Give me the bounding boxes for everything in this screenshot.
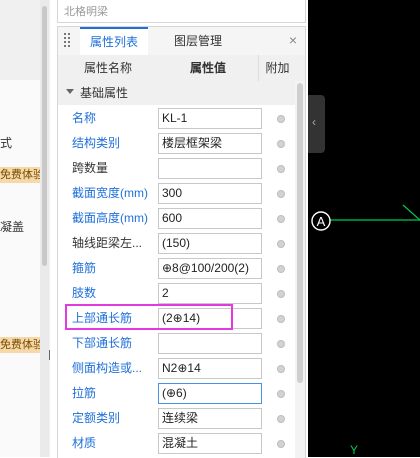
table-header: 属性名称 属性值 附加 — [58, 55, 305, 82]
column-header-add: 附加 — [258, 55, 296, 81]
property-scrollbar[interactable] — [295, 81, 305, 458]
property-value-field[interactable]: N2⊕14 — [158, 358, 262, 379]
property-scrollbar-thumb[interactable] — [297, 83, 303, 383]
column-header-value: 属性值 — [189, 61, 226, 75]
property-row[interactable]: 截面宽度(mm) 300 — [58, 181, 295, 206]
attach-checkbox[interactable] — [277, 115, 285, 123]
property-value-field[interactable]: 2 — [158, 283, 262, 304]
attach-checkbox[interactable] — [277, 440, 285, 448]
attach-checkbox[interactable] — [277, 340, 285, 348]
drag-handle-icon[interactable] — [64, 33, 70, 47]
attach-checkbox[interactable] — [277, 290, 285, 298]
attach-checkbox[interactable] — [277, 140, 285, 148]
left-scrollbar[interactable] — [40, 0, 49, 457]
close-icon[interactable]: × — [289, 32, 297, 48]
collapse-triangle-icon[interactable] — [66, 89, 74, 94]
property-row[interactable]: 跨数量 — [58, 156, 295, 181]
property-name: 跨数量 — [72, 161, 109, 175]
attach-checkbox[interactable] — [277, 365, 285, 373]
property-name: 轴线距梁左... — [72, 236, 143, 250]
attach-checkbox[interactable] — [277, 415, 285, 423]
property-value-field[interactable]: 600 — [158, 208, 262, 229]
property-row[interactable]: 名称 KL-1 — [58, 106, 295, 131]
collapse-panel-button[interactable]: ‹ — [308, 95, 325, 153]
property-name: 肢数 — [72, 286, 97, 300]
tab-bar: 属性列表 图层管理 × — [58, 27, 305, 56]
property-value-field[interactable]: 连续梁 — [158, 408, 262, 429]
property-row[interactable]: 下部通长筋 — [58, 331, 295, 356]
tab-layer-management[interactable]: 图层管理 — [156, 27, 240, 55]
top-panel-text: 北格明梁 — [64, 6, 108, 18]
column-header-name: 属性名称 — [83, 61, 132, 75]
property-value-field[interactable]: (150) — [158, 233, 262, 254]
highlight-box — [65, 304, 233, 330]
attach-checkbox[interactable] — [277, 240, 285, 248]
property-name: 侧面构造或... — [72, 361, 143, 375]
attach-checkbox[interactable] — [277, 315, 285, 323]
property-value-field[interactable]: 混凝土 — [158, 433, 262, 454]
property-row[interactable]: 材质 混凝土 — [58, 431, 295, 456]
axis-line-diagonal — [402, 204, 420, 221]
property-value-field[interactable]: ⊕8@100/200(2) — [158, 258, 262, 279]
property-row[interactable]: 定额类别 连续梁 — [58, 406, 295, 431]
property-name: 下部通长筋 — [72, 336, 133, 350]
property-row[interactable]: 箍筋 ⊕8@100/200(2) — [58, 256, 295, 281]
property-row[interactable]: 拉筋 (⊕6) — [58, 381, 295, 406]
property-row[interactable]: 截面高度(mm) 600 — [58, 206, 295, 231]
property-row[interactable]: 轴线距梁左... (150) — [58, 231, 295, 256]
drawing-canvas[interactable]: A Y — [308, 0, 420, 457]
left-text-1: 式 — [0, 136, 13, 150]
property-row[interactable]: 侧面构造或... N2⊕14 — [58, 356, 295, 381]
property-name: 定额类别 — [72, 411, 121, 425]
property-name: 材质 — [72, 436, 97, 450]
left-text-2: 凝盖 — [0, 220, 25, 234]
property-value-field[interactable]: 楼层框架梁 — [158, 133, 262, 154]
attach-checkbox[interactable] — [277, 265, 285, 273]
property-value-field[interactable]: KL-1 — [158, 108, 262, 129]
attach-checkbox[interactable] — [277, 165, 285, 173]
property-name: 名称 — [72, 111, 97, 125]
canvas-svg: A Y — [311, 204, 420, 457]
axis-label: A — [317, 214, 326, 229]
group-basic-properties[interactable]: 基础属性 — [58, 81, 295, 105]
group-label: 基础属性 — [80, 86, 129, 100]
left-scrollbar-thumb[interactable] — [42, 6, 47, 266]
property-value-field[interactable]: 300 — [158, 183, 262, 204]
property-row[interactable]: 结构类别 楼层框架梁 — [58, 131, 295, 156]
property-row[interactable]: 肢数 2 — [58, 281, 295, 306]
property-value-field[interactable] — [158, 158, 262, 179]
tab-property-list[interactable]: 属性列表 — [80, 27, 148, 55]
top-panel: 北格明梁 — [57, 0, 306, 23]
property-value-field[interactable] — [158, 333, 262, 354]
property-name: 箍筋 — [72, 261, 97, 275]
attach-checkbox[interactable] — [277, 190, 285, 198]
y-axis-label: Y — [350, 443, 358, 457]
property-window: 属性列表 图层管理 × 属性名称 属性值 附加 基础属性 名称 KL-1 结构类别 楼… — [57, 26, 306, 458]
property-name: 截面高度(mm) — [72, 211, 148, 225]
property-name: 截面宽度(mm) — [72, 186, 148, 200]
attach-checkbox[interactable] — [277, 215, 285, 223]
attach-checkbox[interactable] — [277, 390, 285, 398]
property-value-field[interactable]: (⊕6) — [158, 383, 262, 404]
property-name: 拉筋 — [72, 386, 97, 400]
chevron-left-icon: ‹ — [312, 115, 316, 129]
property-name: 结构类别 — [72, 136, 121, 150]
